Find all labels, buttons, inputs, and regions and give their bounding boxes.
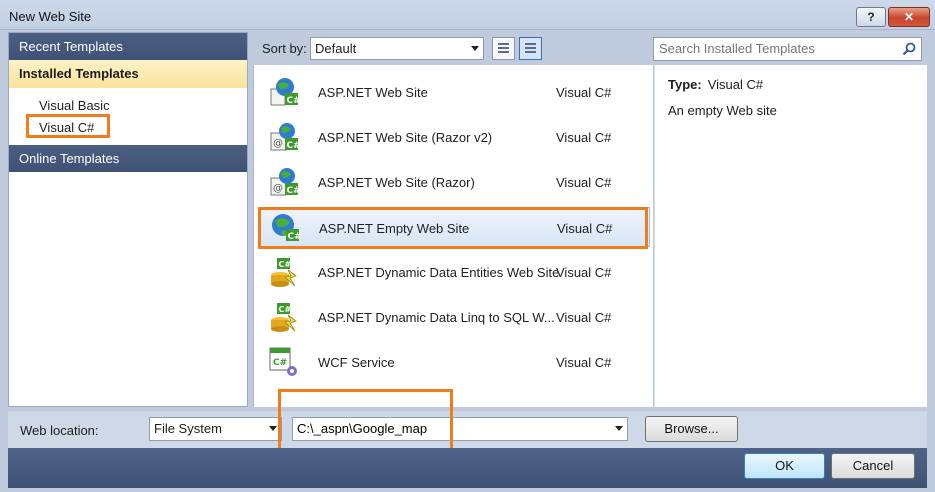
template-language: Visual C# [556, 310, 612, 325]
sort-by-label: Sort by: [262, 41, 307, 56]
ok-button[interactable]: OK [744, 453, 825, 479]
svg-text:C#: C# [287, 186, 301, 196]
template-name: ASP.NET Web Site [318, 85, 428, 100]
details-view-button[interactable] [519, 37, 542, 60]
browse-button[interactable]: Browse... [645, 416, 738, 442]
template-row[interactable]: @ C# ASP.NET Web Site (Razor v2) Visual … [260, 117, 650, 157]
template-language: Visual C# [556, 265, 612, 280]
template-details-pane: Type: Visual C# An empty Web site [654, 65, 927, 407]
wcf-service-csharp-icon: C# [269, 347, 297, 376]
svg-text:C#: C# [279, 260, 292, 269]
chevron-down-icon [471, 46, 479, 51]
type-value: Visual C# [707, 77, 764, 92]
template-language: Visual C# [556, 175, 612, 190]
nav-recent-templates[interactable]: Recent Templates [9, 33, 247, 60]
chevron-down-icon [269, 426, 277, 431]
cancel-button[interactable]: Cancel [831, 453, 915, 479]
list-view-icon [525, 43, 536, 54]
svg-text:@: @ [273, 138, 283, 149]
globe-page-csharp-icon: C# [270, 78, 301, 106]
location-type-dropdown[interactable]: File System [149, 417, 282, 441]
template-name: WCF Service [318, 355, 395, 370]
close-button[interactable]: ✕ [888, 7, 930, 27]
search-input[interactable] [659, 41, 894, 56]
grid-view-icon [498, 43, 509, 54]
nav-installed-templates[interactable]: Installed Templates [9, 60, 247, 88]
svg-text:@: @ [273, 183, 283, 194]
search-box[interactable] [653, 37, 922, 61]
highlight-empty-web-site [258, 207, 648, 249]
location-type-value: File System [154, 421, 222, 436]
highlight-location-path [278, 389, 453, 455]
template-language: Visual C# [556, 130, 612, 145]
template-row[interactable]: C# ASP.NET Dynamic Data Entities Web Sit… [260, 252, 650, 292]
highlight-visual-csharp [26, 114, 110, 138]
title-bar: New Web Site ? ✕ [0, 0, 935, 30]
globe-razor-csharp-icon: @ C# [270, 123, 301, 151]
template-categories-pane: Recent Templates Installed Templates Vis… [8, 32, 248, 407]
sort-by-value: Default [315, 41, 357, 56]
small-icons-view-button[interactable] [492, 37, 515, 60]
template-name: ASP.NET Dynamic Data Linq to SQL W... [318, 310, 555, 325]
chevron-down-icon[interactable] [615, 426, 623, 431]
template-row[interactable]: C# ASP.NET Dynamic Data Linq to SQL W...… [260, 297, 650, 337]
template-name: ASP.NET Web Site (Razor v2) [318, 130, 493, 145]
template-name: ASP.NET Dynamic Data Entities Web Site [318, 265, 560, 280]
template-language: Visual C# [556, 85, 612, 100]
dynamic-data-csharp-icon: C# [271, 303, 297, 332]
template-type: Type: Visual C# [668, 77, 763, 92]
type-label: Type: [668, 77, 702, 92]
nav-visual-basic[interactable]: Visual Basic [39, 98, 110, 113]
dynamic-data-csharp-icon: C# [271, 258, 297, 287]
window-title: New Web Site [9, 9, 92, 24]
template-row[interactable]: C# WCF Service Visual C# [260, 342, 650, 382]
help-button[interactable]: ? [856, 7, 886, 27]
svg-text:C#: C# [273, 358, 287, 368]
search-icon[interactable] [902, 42, 916, 56]
web-location-label: Web location: [20, 423, 99, 438]
svg-text:C#: C# [287, 141, 301, 151]
globe-razor-csharp-icon: @ C# [270, 168, 301, 196]
template-row[interactable]: @ C# ASP.NET Web Site (Razor) Visual C# [260, 162, 650, 202]
nav-online-templates[interactable]: Online Templates [9, 145, 247, 172]
svg-text:C#: C# [287, 96, 301, 106]
template-description: An empty Web site [668, 103, 777, 118]
template-language: Visual C# [556, 355, 612, 370]
template-name: ASP.NET Web Site (Razor) [318, 175, 475, 190]
sort-by-dropdown[interactable]: Default [310, 37, 484, 60]
template-row[interactable]: C# ASP.NET Web Site Visual C# [260, 72, 650, 112]
svg-text:C#: C# [279, 305, 292, 314]
